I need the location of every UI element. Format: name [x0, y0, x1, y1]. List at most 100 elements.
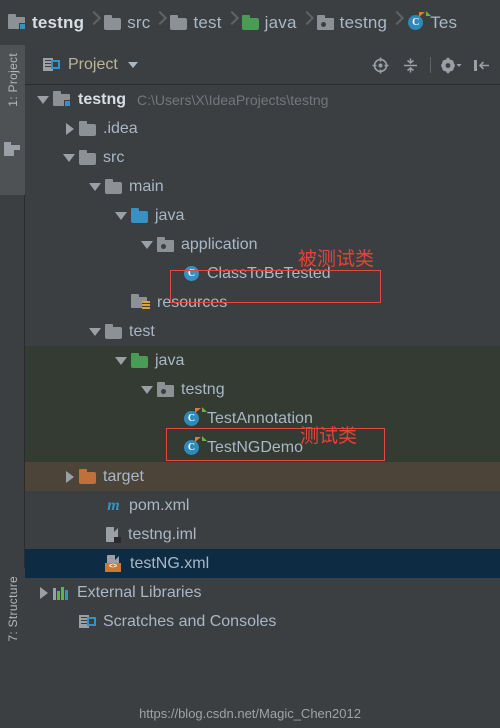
folder-green-icon: [241, 14, 259, 30]
chevron-down-icon[interactable]: [89, 325, 102, 338]
tree-row-label: pom.xml: [129, 496, 190, 514]
tree-row-label: Scratches and Consoles: [103, 612, 277, 630]
hide-panel-icon[interactable]: [468, 52, 494, 78]
tree-row[interactable]: C TestAnnotation: [25, 404, 500, 433]
tree-row-label: ClassToBeTested: [207, 264, 331, 282]
resources-folder-icon: [131, 294, 150, 310]
panel-toolbar: [367, 45, 494, 85]
tree-row[interactable]: <> testNG.xml: [25, 549, 500, 578]
idea-project-window: testng src test java testng C Tes 1: Project 7…: [0, 0, 500, 728]
folder-icon: [79, 149, 96, 165]
sidebar-item-structure-label: 7: Structure: [5, 576, 20, 642]
module-folder-icon: [53, 91, 71, 107]
tree-row[interactable]: java: [25, 346, 500, 375]
xml-file-icon: <>: [105, 555, 123, 572]
sidebar-item-project-label: 1: Project: [5, 53, 20, 107]
breadcrumb-item-label: testng: [339, 12, 388, 32]
chevron-down-icon[interactable]: [89, 180, 102, 193]
breadcrumb-item-testng[interactable]: testng: [316, 0, 388, 45]
tree-row-label: testng: [181, 380, 225, 398]
tree-row-label: main: [129, 177, 164, 195]
tree-row-label: java: [155, 351, 185, 369]
tree-row-label: java: [155, 206, 185, 224]
folder-icon: [105, 178, 122, 194]
tree-row-path: C:\Users\X\IdeaProjects\testng: [137, 91, 329, 108]
locate-icon[interactable]: [367, 52, 393, 78]
breadcrumb-item-test[interactable]: test: [170, 0, 221, 45]
module-folder-icon: [8, 14, 26, 30]
breadcrumb-separator: [87, 0, 101, 45]
breadcrumb-item-src[interactable]: src: [104, 0, 150, 45]
project-panel-header: Project: [25, 45, 500, 85]
breadcrumb-item-label: Tes: [430, 12, 458, 32]
folder-icon: [170, 14, 188, 30]
collapse-all-icon[interactable]: [397, 52, 423, 78]
chevron-down-icon[interactable]: [141, 383, 154, 396]
scratches-icon: [79, 614, 96, 629]
folder-icon: [105, 323, 122, 339]
chevron-down-icon[interactable]: [127, 61, 138, 68]
tree-row-label: test: [129, 322, 155, 340]
panel-title: Project: [68, 55, 118, 73]
tree-row[interactable]: testng: [25, 375, 500, 404]
tree-row[interactable]: C ClassToBeTested: [25, 259, 500, 288]
tree-row[interactable]: resources: [25, 288, 500, 317]
tree-row-label: src: [103, 148, 125, 166]
chevron-right-icon[interactable]: [63, 470, 76, 483]
breadcrumb-item-testng[interactable]: testng: [8, 0, 84, 45]
tree-row[interactable]: C TestNGDemo: [25, 433, 500, 462]
tree-row-label: target: [103, 467, 144, 485]
folder-icon: [79, 120, 96, 136]
folder-icon: [104, 14, 122, 30]
iml-module-icon: [105, 526, 121, 543]
chevron-down-icon[interactable]: [115, 354, 128, 367]
tree-row[interactable]: testng.iml: [25, 520, 500, 549]
tree-row[interactable]: application: [25, 230, 500, 259]
tree-row[interactable]: main: [25, 172, 500, 201]
chevron-down-icon[interactable]: [37, 93, 50, 106]
tree-row[interactable]: test: [25, 317, 500, 346]
testng-class-icon: C: [183, 407, 207, 427]
settings-gear-icon[interactable]: [438, 52, 464, 78]
breadcrumb-item-label: src: [127, 12, 151, 32]
breadcrumb-item-label: test: [193, 12, 222, 32]
watermark: https://blog.csdn.net/Magic_Chen2012: [0, 698, 500, 728]
chevron-down-icon[interactable]: [63, 151, 76, 164]
testng-class-icon: C: [183, 436, 207, 456]
project-icon: [4, 142, 20, 156]
chevron-right-icon[interactable]: [63, 122, 76, 135]
toolbar-divider: [430, 57, 431, 73]
tree-row[interactable]: src: [25, 143, 500, 172]
tree-row[interactable]: testng C:\Users\X\IdeaProjects\testng: [25, 85, 500, 114]
breadcrumb-item-tes[interactable]: C Tes: [407, 0, 457, 45]
tree-row[interactable]: java: [25, 201, 500, 230]
project-tree[interactable]: testng C:\Users\X\IdeaProjects\testng .ide…: [25, 85, 500, 696]
package-icon: [157, 381, 174, 397]
sidebar-item-project[interactable]: 1: Project: [0, 45, 25, 195]
tree-row-label: testNG.xml: [130, 554, 210, 572]
tree-row[interactable]: target: [25, 462, 500, 491]
tree-row-label: testng.iml: [128, 525, 197, 543]
tree-row[interactable]: m pom.xml: [25, 491, 500, 520]
chevron-down-icon[interactable]: [115, 209, 128, 222]
tree-row[interactable]: External Libraries: [25, 578, 500, 607]
breadcrumb-item-label: java: [264, 12, 297, 32]
breadcrumb-separator: [225, 0, 239, 45]
java-class-icon: C: [183, 265, 200, 282]
testng-class-icon: C: [407, 11, 432, 31]
tree-row-label: application: [181, 235, 258, 253]
folder-orange-icon: [79, 468, 96, 484]
chevron-down-icon[interactable]: [141, 238, 154, 251]
tree-row[interactable]: Scratches and Consoles: [25, 607, 500, 636]
package-icon: [316, 14, 334, 30]
breadcrumb-separator: [153, 0, 167, 45]
chevron-right-icon[interactable]: [37, 586, 50, 599]
breadcrumb-item-java[interactable]: java: [241, 0, 297, 45]
tree-row[interactable]: .idea: [25, 114, 500, 143]
